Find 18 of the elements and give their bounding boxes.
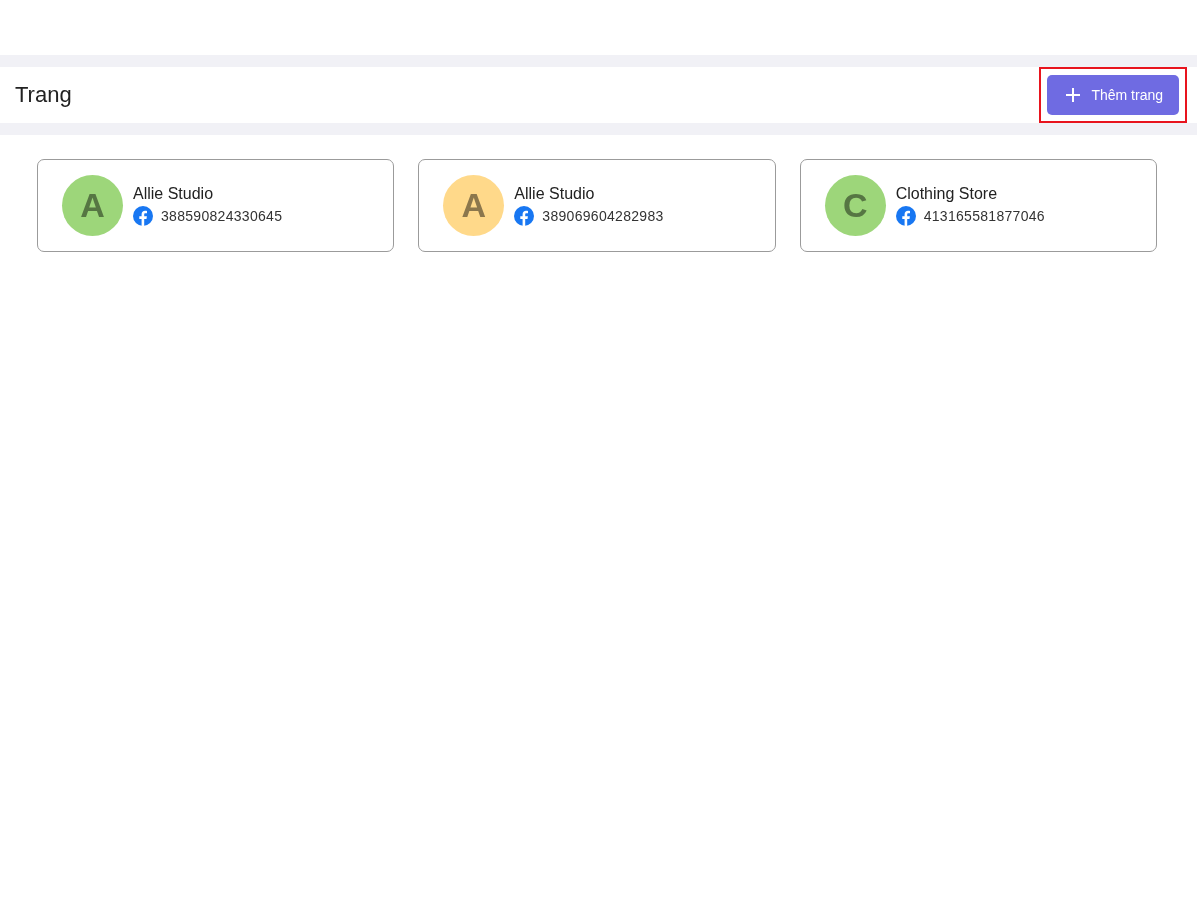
plus-icon <box>1065 87 1082 103</box>
avatar: C <box>824 175 886 236</box>
facebook-icon <box>514 206 535 226</box>
facebook-icon <box>895 206 916 226</box>
page-id: 413165581877046 <box>923 208 1045 224</box>
page-card[interactable]: A Allie Studio 388590824330645 <box>37 159 395 252</box>
page-name: Clothing Store <box>895 185 999 203</box>
page-title: Trang <box>15 82 72 108</box>
page-card[interactable]: C Clothing Store 413165581877046 <box>799 159 1157 252</box>
avatar: A <box>62 175 123 236</box>
add-page-button[interactable]: Thêm trang <box>1047 75 1179 115</box>
page-name: Allie Studio <box>133 185 215 203</box>
page-card[interactable]: A Allie Studio 389069604282983 <box>418 159 776 252</box>
page-id: 388590824330645 <box>161 208 283 224</box>
page-name: Allie Studio <box>514 185 596 203</box>
facebook-icon <box>133 206 153 226</box>
avatar: A <box>443 175 505 236</box>
page-id: 389069604282983 <box>542 208 664 224</box>
